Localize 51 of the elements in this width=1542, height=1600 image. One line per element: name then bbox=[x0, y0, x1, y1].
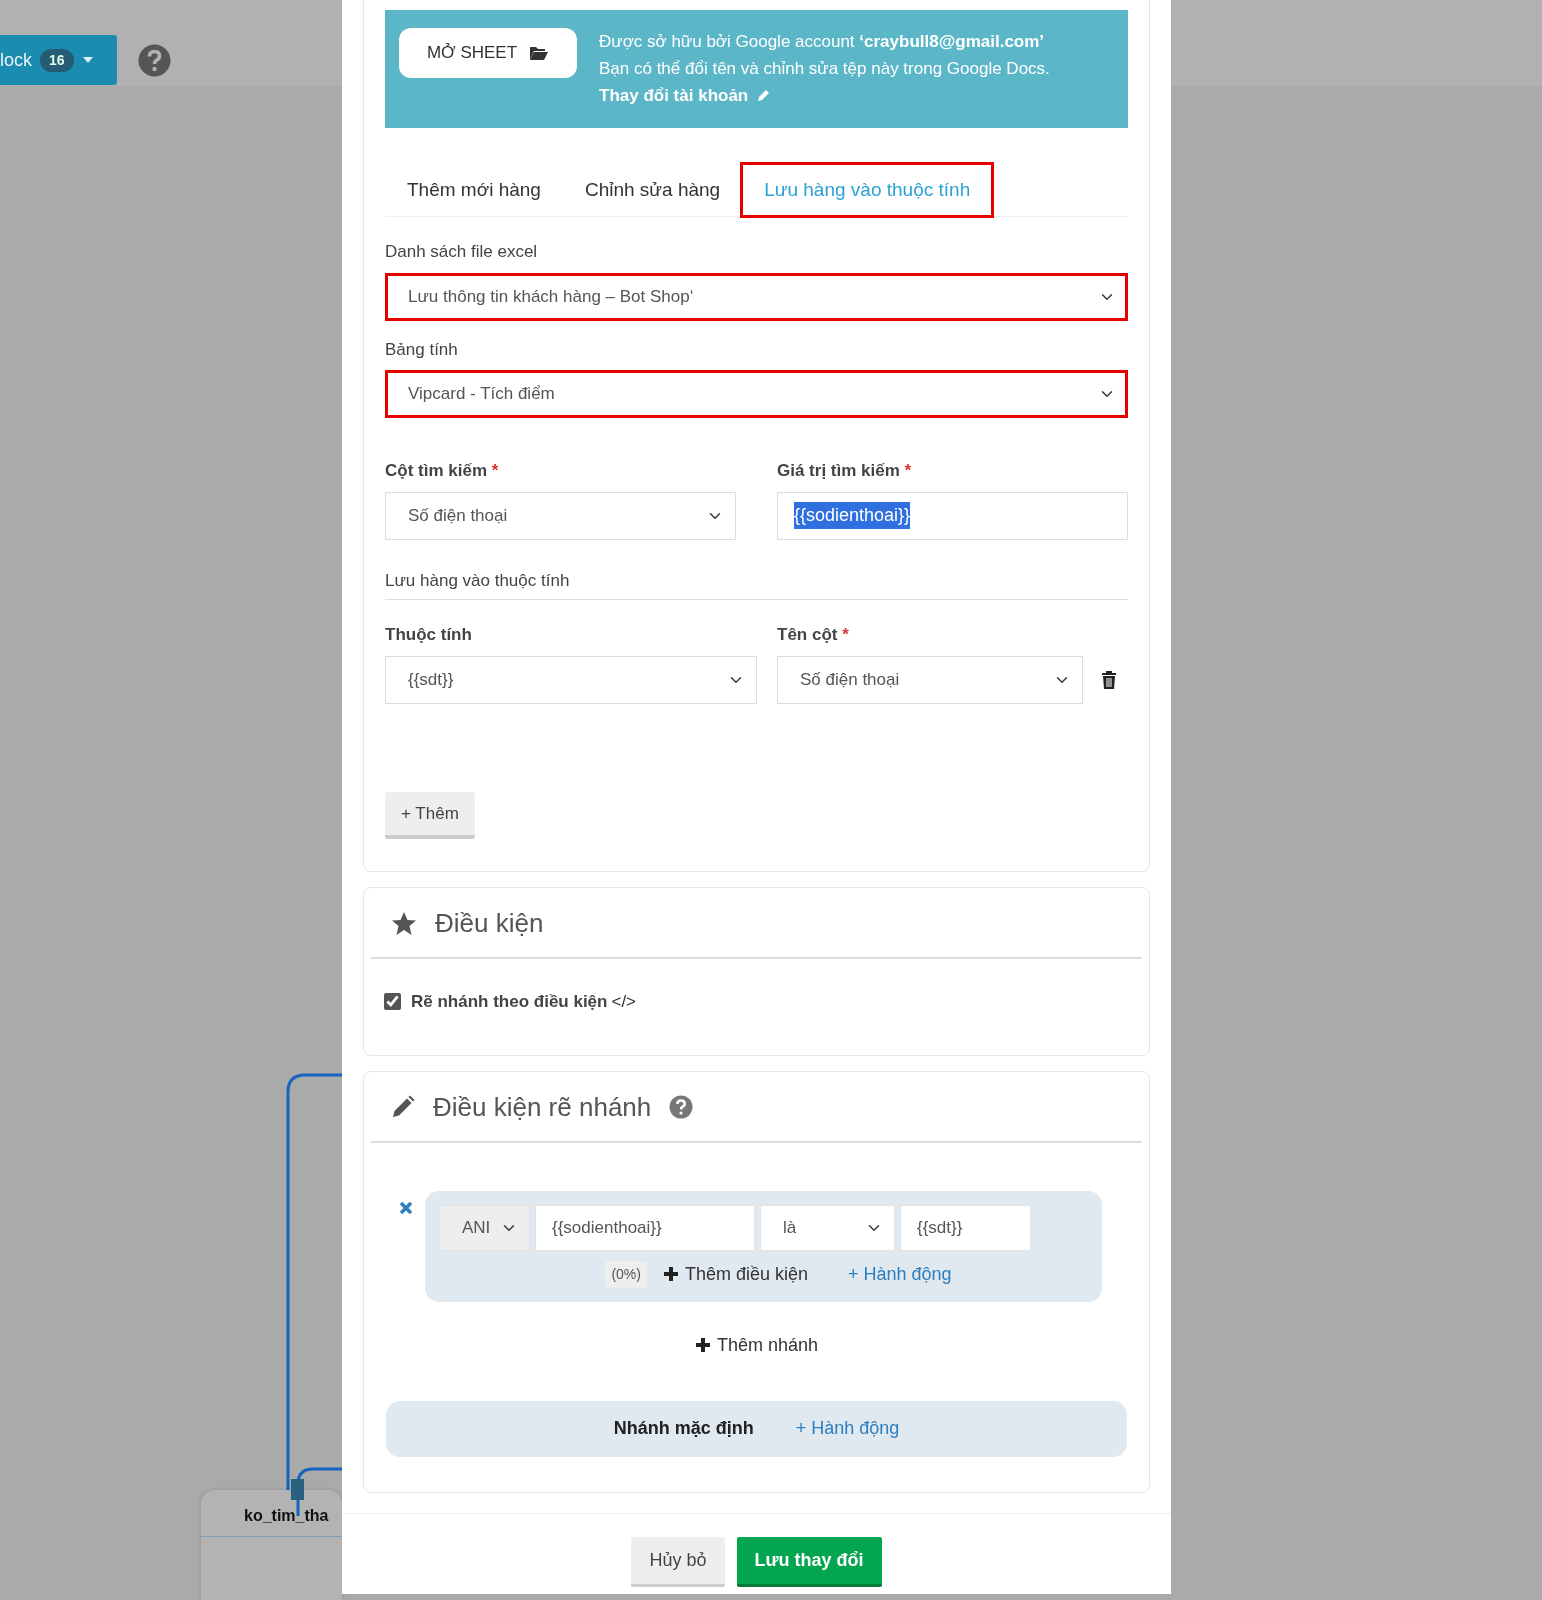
field-label: Danh sách file excel bbox=[385, 242, 538, 262]
open-sheet-button[interactable]: MỞ SHEET bbox=[399, 28, 577, 78]
card-title: Điều kiện rẽ nhánh bbox=[433, 1090, 652, 1124]
operator-select[interactable]: là bbox=[760, 1204, 895, 1251]
help-icon bbox=[138, 44, 171, 77]
trash-icon bbox=[1101, 670, 1117, 691]
block-dropdown-button[interactable]: lock 16 bbox=[0, 35, 117, 85]
add-condition-button[interactable]: Thêm điều kiện bbox=[662, 1260, 808, 1288]
default-branch-label: Nhánh mặc định bbox=[613, 1417, 754, 1441]
add-button[interactable]: + Thêm bbox=[385, 791, 475, 840]
required-mark: * bbox=[842, 625, 849, 645]
logic-select[interactable]: ANI bbox=[439, 1204, 530, 1251]
branch-checkbox[interactable] bbox=[384, 993, 401, 1011]
required-mark: * bbox=[904, 461, 912, 481]
flow-node[interactable]: ko_tim_tha bbox=[201, 1490, 342, 1600]
sheet-select[interactable]: Vipcard - Tích điểm bbox=[385, 370, 1128, 419]
cancel-button[interactable]: Hủy bỏ bbox=[631, 1536, 725, 1587]
node-handle[interactable] bbox=[291, 1479, 304, 1500]
star-icon bbox=[391, 911, 417, 937]
plus-icon bbox=[694, 1337, 711, 1354]
tab[interactable]: Chỉnh sửa hàng bbox=[562, 163, 743, 217]
field-label: Cột tìm kiếm bbox=[385, 461, 488, 481]
attribute-select[interactable]: {{sdt}} bbox=[385, 655, 757, 704]
condition-field[interactable]: {{sodienthoai}} bbox=[535, 1204, 755, 1251]
close-icon bbox=[399, 1201, 413, 1216]
pencil-icon bbox=[756, 88, 772, 104]
owner-text: Được sở hữu bởi Google account ‘craybull8@gmail.com’ bbox=[599, 31, 1046, 53]
section-title: Lưu hàng vào thuộc tính bbox=[385, 567, 1128, 601]
checkbox-label: Rẽ nhánh theo điều kiện bbox=[411, 991, 608, 1014]
caret-icon bbox=[81, 56, 94, 64]
help-icon bbox=[669, 1095, 694, 1120]
info-text: Bạn có thể đổi tên và chỉnh sửa tệp này trong Google Docs. bbox=[599, 58, 1050, 81]
required-mark: * bbox=[491, 461, 499, 481]
field-label: Tên cột bbox=[777, 625, 838, 645]
field-label: Giá trị tìm kiếm bbox=[777, 461, 900, 481]
pencil-icon bbox=[391, 1095, 415, 1120]
plus-icon bbox=[662, 1266, 679, 1283]
search-value-field[interactable]: {{sodienthoai}} bbox=[777, 491, 1128, 540]
field-label: Bảng tính bbox=[385, 339, 458, 359]
condition-field[interactable]: {{sdt}} bbox=[900, 1204, 1031, 1251]
field-label: Thuộc tính bbox=[385, 625, 472, 645]
count-badge: 16 bbox=[40, 48, 74, 72]
tab[interactable]: Thêm mới hàng bbox=[385, 163, 563, 217]
percent-label: (0%) bbox=[605, 1260, 647, 1288]
add-branch-button[interactable]: Thêm nhánh bbox=[694, 1331, 819, 1359]
card-title: Điều kiện bbox=[435, 907, 544, 941]
folder-icon bbox=[529, 45, 550, 61]
search-column-select[interactable]: Số điện thoại bbox=[385, 491, 736, 540]
code-toggle[interactable]: </> bbox=[611, 989, 637, 1015]
file-select[interactable]: Lưu thông tin khách hàng – Bot Shop‘ bbox=[385, 272, 1128, 321]
column-select[interactable]: Số điện thoại bbox=[777, 655, 1083, 704]
